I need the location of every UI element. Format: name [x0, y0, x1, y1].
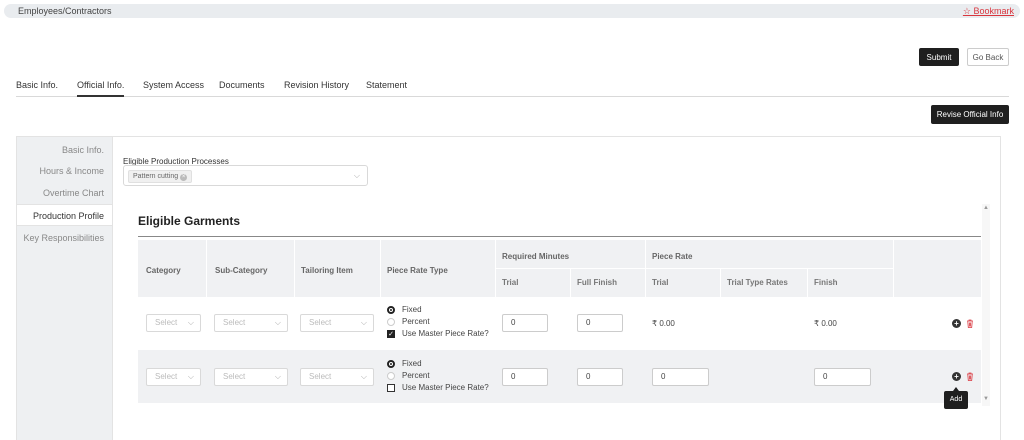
percent-radio[interactable] — [387, 372, 395, 380]
scrollbar[interactable] — [982, 204, 990, 406]
eligible-processes-select[interactable]: Pattern cutting × ⌵ — [123, 165, 368, 186]
tab-bar: Basic Info. Official Info. System Access… — [16, 80, 1009, 97]
sidebar-item-key-responsibilities[interactable]: Key Responsibilities — [23, 233, 104, 243]
sidebar-item-production-profile[interactable]: Production Profile — [17, 204, 112, 226]
col-tailoring-item: Tailoring Item — [301, 266, 353, 275]
chevron-down-icon: ⌵ — [187, 318, 194, 327]
sidebar-item-hours-income[interactable]: Hours & Income — [39, 166, 104, 176]
chevron-down-icon: ⌵ — [187, 372, 194, 381]
sidebar-item-basic-info[interactable]: Basic Info. — [62, 145, 104, 155]
table-header: Category Sub-Category Tailoring Item Pie… — [138, 240, 981, 297]
col-category: Category — [146, 266, 181, 275]
sub-category-select[interactable]: Select ⌵ — [214, 314, 288, 332]
trash-icon[interactable] — [966, 372, 974, 381]
row-divider — [495, 268, 893, 269]
breadcrumb: Employees/Contractors — [18, 6, 112, 16]
col-divider — [570, 268, 571, 297]
pr-trial-input[interactable]: 0 — [652, 368, 709, 386]
req-full-finish-input[interactable]: 0 — [577, 314, 623, 332]
sub-sidebar: Basic Info. Hours & Income Overtime Char… — [17, 137, 113, 440]
fixed-label: Fixed — [402, 359, 422, 368]
chip-remove-icon[interactable]: × — [180, 174, 188, 181]
col-sub-category: Sub-Category — [215, 266, 268, 275]
percent-label: Percent — [402, 371, 430, 380]
col-trial-type-rates: Trial Type Rates — [727, 278, 788, 287]
col-piece-rate: Piece Rate — [652, 252, 693, 261]
col-req-trial: Trial — [502, 278, 519, 287]
category-select[interactable]: Select ⌵ — [146, 368, 201, 386]
use-master-label: Use Master Piece Rate? — [402, 383, 489, 392]
col-full-finish: Full Finish — [577, 278, 617, 287]
req-full-finish-input[interactable]: 0 — [577, 368, 623, 386]
pr-finish-input[interactable]: 0 — [814, 368, 871, 386]
col-piece-rate-type: Piece Rate Type — [387, 266, 448, 275]
tailoring-item-select[interactable]: Select ⌵ — [300, 314, 374, 332]
process-chip: Pattern cutting × — [128, 170, 193, 183]
section-title: Eligible Garments — [138, 214, 241, 228]
tab-statement[interactable]: Statement — [366, 80, 407, 97]
table-row: Select ⌵ Select ⌵ Select ⌵ Fixed Percent Us… — [138, 350, 981, 403]
col-divider — [206, 240, 207, 297]
chevron-down-icon: ⌵ — [274, 318, 281, 327]
breadcrumb-bar: Employees/Contractors ☆ Bookmark — [4, 4, 1020, 18]
fixed-radio[interactable] — [387, 306, 395, 314]
fixed-label: Fixed — [402, 305, 422, 314]
pr-finish-value: ₹ 0.00 — [814, 319, 837, 328]
use-master-checkbox[interactable] — [387, 384, 395, 392]
bookmark-link[interactable]: ☆ Bookmark — [963, 6, 1014, 17]
req-trial-input[interactable]: 0 — [502, 314, 548, 332]
req-trial-input[interactable]: 0 — [502, 368, 548, 386]
trash-icon[interactable] — [966, 319, 974, 328]
divider — [138, 236, 981, 237]
percent-radio[interactable] — [387, 318, 395, 326]
tailoring-item-select[interactable]: Select ⌵ — [300, 368, 374, 386]
table-row: Select ⌵ Select ⌵ Select ⌵ Fixed Percent ✓ … — [138, 297, 981, 350]
tab-system-access[interactable]: System Access — [143, 80, 204, 97]
col-divider — [294, 240, 295, 297]
sidebar-item-overtime-chart[interactable]: Overtime Chart — [43, 188, 104, 198]
go-back-button[interactable]: Go Back — [967, 48, 1009, 66]
percent-label: Percent — [402, 317, 430, 326]
chevron-down-icon: ⌵ — [360, 372, 367, 381]
pr-trial-value: ₹ 0.00 — [652, 319, 675, 328]
tab-revision-history[interactable]: Revision History — [284, 80, 349, 97]
tab-basic-info[interactable]: Basic Info. — [16, 80, 58, 97]
col-required-minutes: Required Minutes — [502, 252, 570, 261]
col-divider — [807, 268, 808, 297]
scroll-down-icon[interactable]: ▼ — [983, 396, 989, 402]
category-select[interactable]: Select ⌵ — [146, 314, 201, 332]
tab-documents[interactable]: Documents — [219, 80, 265, 97]
chevron-down-icon: ⌵ — [353, 171, 360, 180]
chevron-down-icon: ⌵ — [360, 318, 367, 327]
submit-button[interactable]: Submit — [919, 48, 959, 66]
add-row-icon[interactable]: + — [952, 319, 961, 328]
chevron-down-icon: ⌵ — [274, 372, 281, 381]
col-divider — [380, 240, 381, 297]
add-row-icon[interactable]: + — [952, 372, 961, 381]
revise-official-info-button[interactable]: Revise Official Info — [931, 105, 1009, 124]
col-divider — [893, 240, 894, 297]
sub-category-select[interactable]: Select ⌵ — [214, 368, 288, 386]
scroll-up-icon[interactable]: ▲ — [983, 205, 989, 211]
col-divider — [720, 268, 721, 297]
use-master-checkbox[interactable]: ✓ — [387, 330, 395, 338]
col-pr-trial: Trial — [652, 278, 669, 287]
tab-official-info[interactable]: Official Info. — [77, 80, 125, 97]
add-tooltip: Add — [944, 387, 968, 409]
fixed-radio[interactable] — [387, 360, 395, 368]
use-master-label: Use Master Piece Rate? — [402, 329, 489, 338]
col-finish: Finish — [814, 278, 838, 287]
